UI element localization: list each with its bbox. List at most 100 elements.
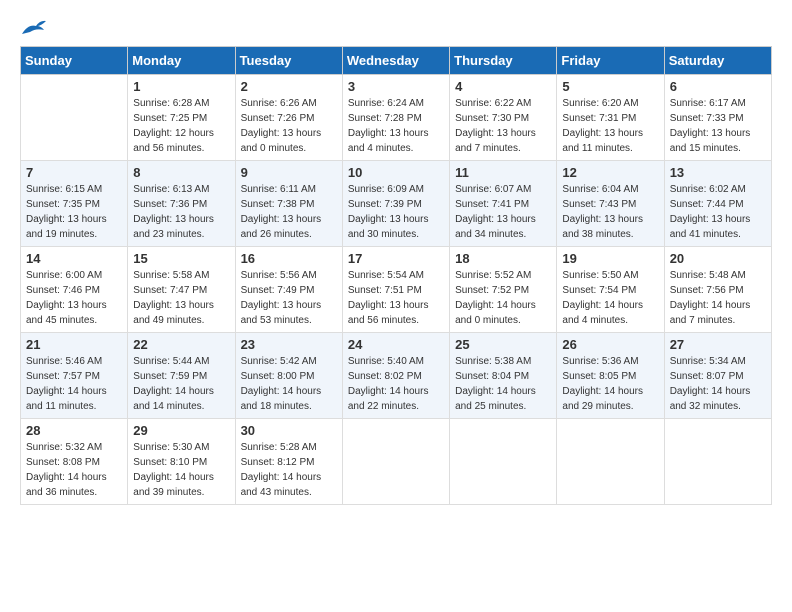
- sunset-text: Sunset: 8:12 PM: [241, 455, 337, 470]
- day-info: Sunrise: 5:50 AM Sunset: 7:54 PM Dayligh…: [562, 268, 658, 328]
- sunrise-text: Sunrise: 6:26 AM: [241, 96, 337, 111]
- day-info: Sunrise: 6:04 AM Sunset: 7:43 PM Dayligh…: [562, 182, 658, 242]
- calendar-cell: 30 Sunrise: 5:28 AM Sunset: 8:12 PM Dayl…: [235, 419, 342, 505]
- day-number: 30: [241, 423, 337, 438]
- day-number: 14: [26, 251, 122, 266]
- day-info: Sunrise: 6:09 AM Sunset: 7:39 PM Dayligh…: [348, 182, 444, 242]
- weekday-header-sunday: Sunday: [21, 47, 128, 75]
- sunset-text: Sunset: 7:57 PM: [26, 369, 122, 384]
- calendar-week-row: 21 Sunrise: 5:46 AM Sunset: 7:57 PM Dayl…: [21, 333, 772, 419]
- day-info: Sunrise: 5:42 AM Sunset: 8:00 PM Dayligh…: [241, 354, 337, 414]
- sunset-text: Sunset: 7:54 PM: [562, 283, 658, 298]
- daylight-text: Daylight: 13 hours and 15 minutes.: [670, 126, 766, 156]
- calendar-cell: 15 Sunrise: 5:58 AM Sunset: 7:47 PM Dayl…: [128, 247, 235, 333]
- daylight-text: Daylight: 14 hours and 39 minutes.: [133, 470, 229, 500]
- sunset-text: Sunset: 7:36 PM: [133, 197, 229, 212]
- day-number: 15: [133, 251, 229, 266]
- daylight-text: Daylight: 14 hours and 25 minutes.: [455, 384, 551, 414]
- sunrise-text: Sunrise: 5:48 AM: [670, 268, 766, 283]
- daylight-text: Daylight: 13 hours and 7 minutes.: [455, 126, 551, 156]
- calendar-cell: 18 Sunrise: 5:52 AM Sunset: 7:52 PM Dayl…: [450, 247, 557, 333]
- day-number: 13: [670, 165, 766, 180]
- sunrise-text: Sunrise: 6:24 AM: [348, 96, 444, 111]
- sunrise-text: Sunrise: 6:28 AM: [133, 96, 229, 111]
- sunrise-text: Sunrise: 6:09 AM: [348, 182, 444, 197]
- sunset-text: Sunset: 7:59 PM: [133, 369, 229, 384]
- day-info: Sunrise: 5:40 AM Sunset: 8:02 PM Dayligh…: [348, 354, 444, 414]
- daylight-text: Daylight: 14 hours and 18 minutes.: [241, 384, 337, 414]
- daylight-text: Daylight: 13 hours and 38 minutes.: [562, 212, 658, 242]
- calendar-cell: 26 Sunrise: 5:36 AM Sunset: 8:05 PM Dayl…: [557, 333, 664, 419]
- day-number: 8: [133, 165, 229, 180]
- day-number: 1: [133, 79, 229, 94]
- day-number: 20: [670, 251, 766, 266]
- logo: [20, 16, 48, 38]
- sunrise-text: Sunrise: 6:02 AM: [670, 182, 766, 197]
- day-number: 27: [670, 337, 766, 352]
- sunrise-text: Sunrise: 5:58 AM: [133, 268, 229, 283]
- calendar-cell: 25 Sunrise: 5:38 AM Sunset: 8:04 PM Dayl…: [450, 333, 557, 419]
- calendar-cell: 7 Sunrise: 6:15 AM Sunset: 7:35 PM Dayli…: [21, 161, 128, 247]
- day-number: 7: [26, 165, 122, 180]
- day-number: 2: [241, 79, 337, 94]
- calendar-cell: 1 Sunrise: 6:28 AM Sunset: 7:25 PM Dayli…: [128, 75, 235, 161]
- day-info: Sunrise: 6:15 AM Sunset: 7:35 PM Dayligh…: [26, 182, 122, 242]
- day-number: 26: [562, 337, 658, 352]
- day-number: 25: [455, 337, 551, 352]
- day-number: 21: [26, 337, 122, 352]
- daylight-text: Daylight: 13 hours and 26 minutes.: [241, 212, 337, 242]
- daylight-text: Daylight: 13 hours and 41 minutes.: [670, 212, 766, 242]
- day-number: 3: [348, 79, 444, 94]
- weekday-header-wednesday: Wednesday: [342, 47, 449, 75]
- sunrise-text: Sunrise: 5:54 AM: [348, 268, 444, 283]
- sunset-text: Sunset: 7:41 PM: [455, 197, 551, 212]
- day-number: 5: [562, 79, 658, 94]
- day-info: Sunrise: 6:07 AM Sunset: 7:41 PM Dayligh…: [455, 182, 551, 242]
- sunset-text: Sunset: 7:38 PM: [241, 197, 337, 212]
- daylight-text: Daylight: 13 hours and 49 minutes.: [133, 298, 229, 328]
- sunrise-text: Sunrise: 6:04 AM: [562, 182, 658, 197]
- day-number: 24: [348, 337, 444, 352]
- day-info: Sunrise: 5:28 AM Sunset: 8:12 PM Dayligh…: [241, 440, 337, 500]
- daylight-text: Daylight: 13 hours and 0 minutes.: [241, 126, 337, 156]
- day-number: 10: [348, 165, 444, 180]
- day-info: Sunrise: 6:26 AM Sunset: 7:26 PM Dayligh…: [241, 96, 337, 156]
- day-number: 22: [133, 337, 229, 352]
- sunrise-text: Sunrise: 5:40 AM: [348, 354, 444, 369]
- sunset-text: Sunset: 8:04 PM: [455, 369, 551, 384]
- sunrise-text: Sunrise: 5:30 AM: [133, 440, 229, 455]
- day-info: Sunrise: 6:13 AM Sunset: 7:36 PM Dayligh…: [133, 182, 229, 242]
- calendar-cell: [664, 419, 771, 505]
- sunset-text: Sunset: 7:52 PM: [455, 283, 551, 298]
- calendar-header-row: SundayMondayTuesdayWednesdayThursdayFrid…: [21, 47, 772, 75]
- daylight-text: Daylight: 12 hours and 56 minutes.: [133, 126, 229, 156]
- sunrise-text: Sunrise: 5:28 AM: [241, 440, 337, 455]
- daylight-text: Daylight: 14 hours and 22 minutes.: [348, 384, 444, 414]
- day-number: 23: [241, 337, 337, 352]
- day-info: Sunrise: 6:11 AM Sunset: 7:38 PM Dayligh…: [241, 182, 337, 242]
- sunset-text: Sunset: 7:46 PM: [26, 283, 122, 298]
- sunset-text: Sunset: 7:51 PM: [348, 283, 444, 298]
- daylight-text: Daylight: 14 hours and 14 minutes.: [133, 384, 229, 414]
- daylight-text: Daylight: 14 hours and 11 minutes.: [26, 384, 122, 414]
- day-number: 19: [562, 251, 658, 266]
- day-number: 18: [455, 251, 551, 266]
- sunrise-text: Sunrise: 6:20 AM: [562, 96, 658, 111]
- day-number: 17: [348, 251, 444, 266]
- daylight-text: Daylight: 14 hours and 7 minutes.: [670, 298, 766, 328]
- sunrise-text: Sunrise: 6:15 AM: [26, 182, 122, 197]
- daylight-text: Daylight: 13 hours and 23 minutes.: [133, 212, 229, 242]
- day-number: 9: [241, 165, 337, 180]
- day-info: Sunrise: 5:38 AM Sunset: 8:04 PM Dayligh…: [455, 354, 551, 414]
- sunset-text: Sunset: 7:39 PM: [348, 197, 444, 212]
- day-number: 28: [26, 423, 122, 438]
- daylight-text: Daylight: 14 hours and 32 minutes.: [670, 384, 766, 414]
- day-info: Sunrise: 5:46 AM Sunset: 7:57 PM Dayligh…: [26, 354, 122, 414]
- sunset-text: Sunset: 7:49 PM: [241, 283, 337, 298]
- calendar-cell: 3 Sunrise: 6:24 AM Sunset: 7:28 PM Dayli…: [342, 75, 449, 161]
- calendar-week-row: 28 Sunrise: 5:32 AM Sunset: 8:08 PM Dayl…: [21, 419, 772, 505]
- sunset-text: Sunset: 7:26 PM: [241, 111, 337, 126]
- calendar-cell: 16 Sunrise: 5:56 AM Sunset: 7:49 PM Dayl…: [235, 247, 342, 333]
- calendar-cell: 14 Sunrise: 6:00 AM Sunset: 7:46 PM Dayl…: [21, 247, 128, 333]
- daylight-text: Daylight: 13 hours and 34 minutes.: [455, 212, 551, 242]
